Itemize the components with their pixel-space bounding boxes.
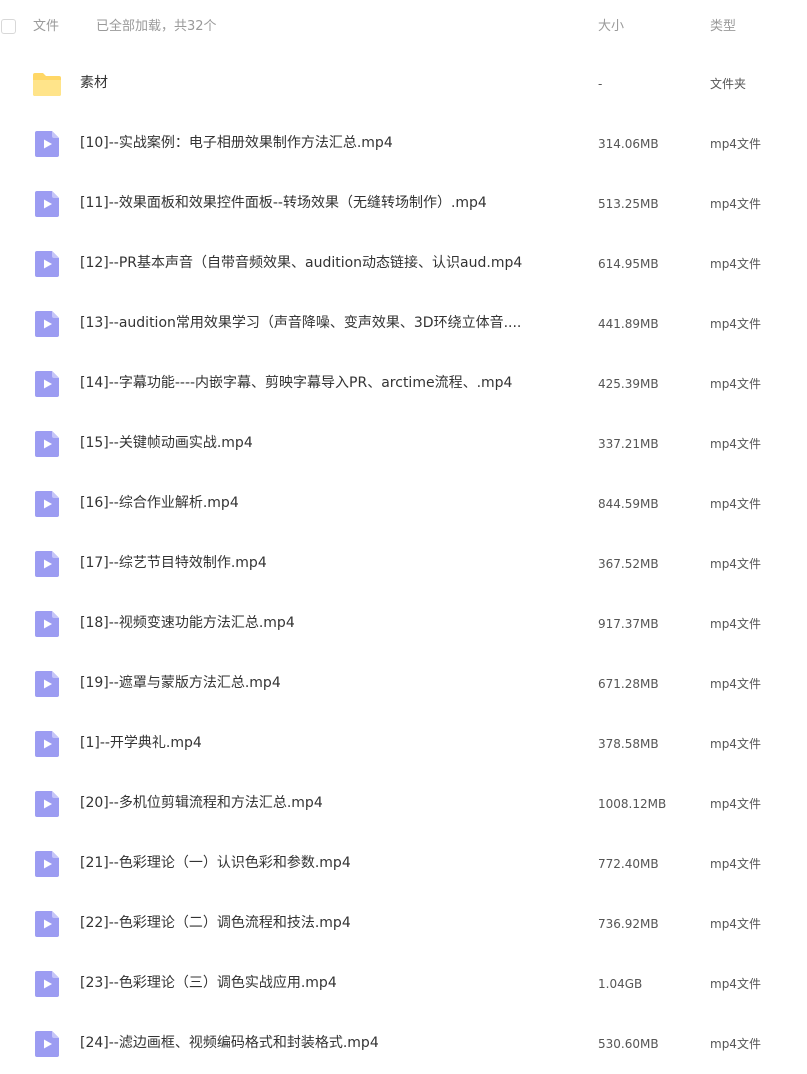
file-row[interactable]: [22]--色彩理论（二）调色流程和技法.mp4 736.92MB mp4文件 xyxy=(0,894,807,954)
file-type: mp4文件 xyxy=(710,377,761,391)
video-file-icon xyxy=(32,850,62,878)
file-type: mp4文件 xyxy=(710,497,761,511)
file-row[interactable]: [20]--多机位剪辑流程和方法汇总.mp4 1008.12MB mp4文件 xyxy=(0,774,807,834)
video-file-icon xyxy=(32,370,62,398)
file-size: 1008.12MB xyxy=(598,797,667,811)
file-type: mp4文件 xyxy=(710,1037,761,1051)
file-type: mp4文件 xyxy=(710,977,761,991)
file-type: mp4文件 xyxy=(710,917,761,931)
file-row[interactable]: [23]--色彩理论（三）调色实战应用.mp4 1.04GB mp4文件 xyxy=(0,954,807,1014)
video-file-icon xyxy=(32,730,62,758)
file-row[interactable]: [13]--audition常用效果学习（声音降噪、变声效果、3D环绕立体音..… xyxy=(0,294,807,354)
file-row[interactable]: [16]--综合作业解析.mp4 844.59MB mp4文件 xyxy=(0,474,807,534)
file-row[interactable]: [19]--遮罩与蒙版方法汇总.mp4 671.28MB mp4文件 xyxy=(0,654,807,714)
video-file-icon xyxy=(32,310,62,338)
file-type: 文件夹 xyxy=(710,77,747,91)
file-row[interactable]: [15]--关键帧动画实战.mp4 337.21MB mp4文件 xyxy=(0,414,807,474)
file-size: 367.52MB xyxy=(598,557,659,571)
folder-icon xyxy=(32,70,62,98)
file-size: 378.58MB xyxy=(598,737,659,751)
column-header-file[interactable]: 文件 xyxy=(33,18,59,36)
file-row[interactable]: 素材 - 文件夹 xyxy=(0,54,807,114)
file-type: mp4文件 xyxy=(710,557,761,571)
file-type: mp4文件 xyxy=(710,617,761,631)
file-row[interactable]: [21]--色彩理论（一）认识色彩和参数.mp4 772.40MB mp4文件 xyxy=(0,834,807,894)
file-name[interactable]: [13]--audition常用效果学习（声音降噪、变声效果、3D环绕立体音..… xyxy=(80,313,560,333)
file-type: mp4文件 xyxy=(710,797,761,811)
file-type: mp4文件 xyxy=(710,677,761,691)
file-name[interactable]: [12]--PR基本声音（自带音频效果、audition动态链接、认识aud.m… xyxy=(80,253,560,273)
file-row[interactable]: [12]--PR基本声音（自带音频效果、audition动态链接、认识aud.m… xyxy=(0,234,807,294)
file-size: 337.21MB xyxy=(598,437,659,451)
video-file-icon xyxy=(32,610,62,638)
file-size: 1.04GB xyxy=(598,977,643,991)
file-type: mp4文件 xyxy=(710,137,761,151)
file-name[interactable]: [20]--多机位剪辑流程和方法汇总.mp4 xyxy=(80,793,560,813)
file-name[interactable]: [23]--色彩理论（三）调色实战应用.mp4 xyxy=(80,973,560,993)
video-file-icon xyxy=(32,1030,62,1058)
file-type: mp4文件 xyxy=(710,437,761,451)
file-row[interactable]: [11]--效果面板和效果控件面板--转场效果（无缝转场制作）.mp4 513.2… xyxy=(0,174,807,234)
file-name[interactable]: [16]--综合作业解析.mp4 xyxy=(80,493,560,513)
file-name[interactable]: [18]--视频变速功能方法汇总.mp4 xyxy=(80,613,560,633)
file-size: 671.28MB xyxy=(598,677,659,691)
file-type: mp4文件 xyxy=(710,737,761,751)
file-row[interactable]: [24]--滤边画框、视频编码格式和封装格式.mp4 530.60MB mp4文件 xyxy=(0,1014,807,1074)
file-name[interactable]: [1]--开学典礼.mp4 xyxy=(80,733,560,753)
file-row[interactable]: [10]--实战案例：电子相册效果制作方法汇总.mp4 314.06MB mp4文件 xyxy=(0,114,807,174)
file-size: 917.37MB xyxy=(598,617,659,631)
file-size: 772.40MB xyxy=(598,857,659,871)
file-type: mp4文件 xyxy=(710,197,761,211)
file-row[interactable]: [14]--字幕功能----内嵌字幕、剪映字幕导入PR、arctime流程、.m… xyxy=(0,354,807,414)
file-name[interactable]: [11]--效果面板和效果控件面板--转场效果（无缝转场制作）.mp4 xyxy=(80,193,560,213)
file-size: 530.60MB xyxy=(598,1037,659,1051)
file-name[interactable]: [10]--实战案例：电子相册效果制作方法汇总.mp4 xyxy=(80,133,560,153)
file-type: mp4文件 xyxy=(710,857,761,871)
video-file-icon xyxy=(32,190,62,218)
file-size: 736.92MB xyxy=(598,917,659,931)
video-file-icon xyxy=(32,970,62,998)
file-name[interactable]: [21]--色彩理论（一）认识色彩和参数.mp4 xyxy=(80,853,560,873)
file-name[interactable]: [19]--遮罩与蒙版方法汇总.mp4 xyxy=(80,673,560,693)
file-name[interactable]: [17]--综艺节目特效制作.mp4 xyxy=(80,553,560,573)
video-file-icon xyxy=(32,550,62,578)
file-row[interactable]: [17]--综艺节目特效制作.mp4 367.52MB mp4文件 xyxy=(0,534,807,594)
file-size: 513.25MB xyxy=(598,197,659,211)
column-header-size[interactable]: 大小 xyxy=(598,18,624,36)
file-size: 425.39MB xyxy=(598,377,659,391)
file-row[interactable]: [18]--视频变速功能方法汇总.mp4 917.37MB mp4文件 xyxy=(0,594,807,654)
file-row[interactable]: [1]--开学典礼.mp4 378.58MB mp4文件 xyxy=(0,714,807,774)
file-size: 614.95MB xyxy=(598,257,659,271)
column-header-type[interactable]: 类型 xyxy=(710,18,736,36)
file-size: 314.06MB xyxy=(598,137,659,151)
file-name[interactable]: 素材 xyxy=(80,73,560,93)
file-name[interactable]: [22]--色彩理论（二）调色流程和技法.mp4 xyxy=(80,913,560,933)
video-file-icon xyxy=(32,430,62,458)
file-name[interactable]: [15]--关键帧动画实战.mp4 xyxy=(80,433,560,453)
video-file-icon xyxy=(32,250,62,278)
file-list: 素材 - 文件夹 [10]--实战案例：电子相册效果制作方法汇总.mp4 314.06M… xyxy=(0,54,807,1074)
video-file-icon xyxy=(32,490,62,518)
select-all-checkbox[interactable] xyxy=(1,19,16,34)
video-file-icon xyxy=(32,670,62,698)
load-status-text: 已全部加载，共32个 xyxy=(96,19,217,34)
file-type: mp4文件 xyxy=(710,317,761,331)
file-list-header: 文件 已全部加载，共32个 大小 类型 xyxy=(0,0,807,56)
file-size: - xyxy=(598,77,603,91)
file-name[interactable]: [24]--滤边画框、视频编码格式和封装格式.mp4 xyxy=(80,1033,560,1053)
video-file-icon xyxy=(32,910,62,938)
file-size: 441.89MB xyxy=(598,317,659,331)
file-size: 844.59MB xyxy=(598,497,659,511)
video-file-icon xyxy=(32,790,62,818)
video-file-icon xyxy=(32,130,62,158)
file-type: mp4文件 xyxy=(710,257,761,271)
file-name[interactable]: [14]--字幕功能----内嵌字幕、剪映字幕导入PR、arctime流程、.m… xyxy=(80,373,560,393)
